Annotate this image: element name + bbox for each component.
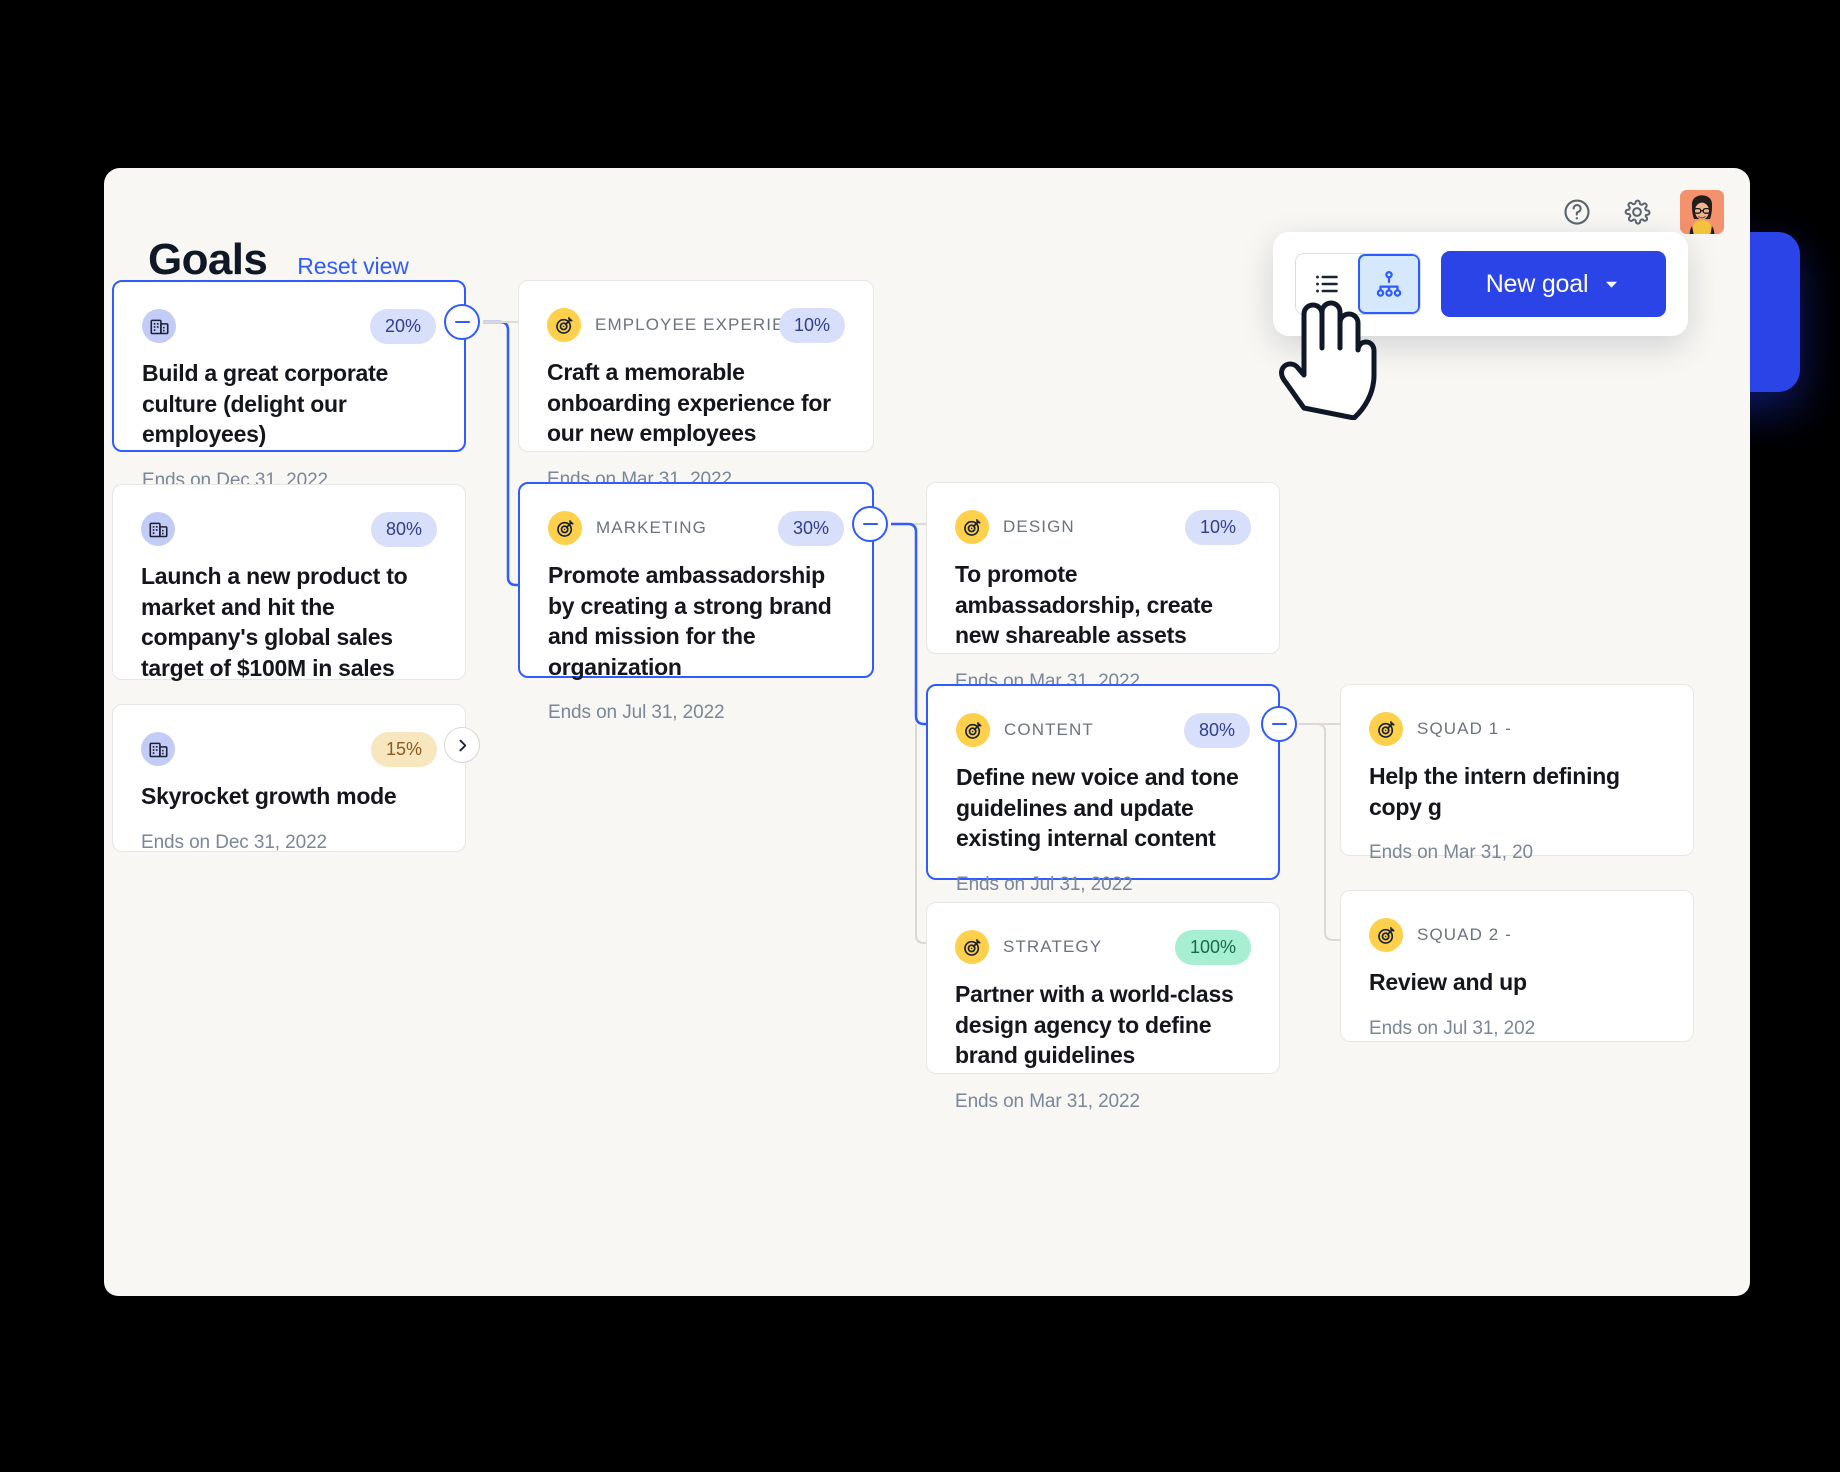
goal-end-date: Ends on Jul 31, 2022 (548, 702, 725, 724)
target-icon (956, 713, 990, 747)
tree-view-icon (1376, 271, 1402, 297)
goal-end-date: Ends on Mar 31, 20 (1369, 842, 1534, 864)
goal-card[interactable]: SQUAD 1 - Help the intern defining copy … (1340, 684, 1694, 863)
target-icon (1369, 918, 1403, 952)
team-label: CONTENT (1004, 720, 1094, 739)
target-icon (1369, 712, 1403, 746)
goal-title: Promote ambassadorship by creating a str… (548, 562, 832, 680)
goal-end-date: Ends on Jul 31, 2022 (956, 873, 1133, 895)
goal-title: To promote ambassadorship, create new sh… (955, 561, 1213, 649)
progress-badge: 30% (777, 510, 844, 546)
minus-icon (1271, 722, 1287, 726)
goal-card[interactable]: DESIGN 10% To promote ambassadorship, cr… (926, 482, 1280, 692)
goal-card[interactable]: 80% Launch a new product to market and h… (112, 484, 466, 724)
building-icon (141, 732, 175, 766)
card-header: CONTENT 80% (956, 712, 1250, 748)
progress-badge: 100% (1174, 929, 1251, 965)
view-toolbar: New goal (1273, 232, 1688, 336)
card-header: STRATEGY 100% (955, 929, 1251, 965)
goal-card[interactable]: SQUAD 2 - Review and up Ends on Jul 31, … (1340, 890, 1694, 1042)
goal-title: Build a great corporate culture (delight… (142, 360, 389, 448)
minus-icon (862, 522, 878, 526)
chevron-right-icon (458, 739, 466, 751)
card-header: EMPLOYEE EXPERIENCE 10% (547, 307, 845, 343)
chevron-down-icon (1606, 281, 1618, 288)
goals-app-window: Goals Reset view 20% Build a great corpo… (104, 168, 1750, 1296)
goal-card[interactable]: MARKETING 30% Promote ambassadorship by … (518, 482, 874, 723)
expand-node-button[interactable] (444, 727, 480, 763)
tree-view-button[interactable] (1358, 254, 1420, 314)
goal-title: Skyrocket growth mode (141, 783, 397, 809)
new-goal-button[interactable]: New goal (1441, 251, 1666, 317)
progress-badge: 20% (369, 308, 436, 344)
goal-tree-canvas: 20% Build a great corporate culture (del… (104, 168, 1750, 1296)
progress-badge: 80% (1183, 712, 1250, 748)
team-label: SQUAD 1 - (1417, 719, 1512, 738)
card-header: DESIGN 10% (955, 509, 1251, 545)
goal-end-date: Ends on Mar 31, 2022 (955, 1090, 1140, 1112)
progress-badge: 10% (778, 307, 845, 343)
goal-title: Help the intern defining copy g (1369, 763, 1620, 820)
collapse-node-button[interactable] (444, 304, 480, 340)
team-label: STRATEGY (1003, 937, 1103, 956)
goal-title: Launch a new product to market and hit t… (141, 563, 408, 681)
minus-icon (454, 320, 470, 324)
collapse-node-button[interactable] (852, 506, 888, 542)
new-goal-label: New goal (1485, 269, 1589, 298)
building-icon (141, 512, 175, 546)
building-icon (142, 309, 176, 343)
view-mode-segmented-control (1295, 253, 1421, 315)
card-header: 20% (142, 308, 436, 344)
goal-end-date: Ends on Dec 31, 2022 (141, 831, 328, 853)
list-view-button[interactable] (1296, 254, 1358, 314)
screenshot-stage: Goals Reset view 20% Build a great corpo… (0, 0, 1840, 1472)
goal-end-date: Ends on Jul 31, 202 (1369, 1017, 1536, 1039)
progress-badge: 80% (370, 511, 437, 547)
card-header: 80% (141, 511, 437, 547)
target-icon (955, 930, 989, 964)
goal-card[interactable]: EMPLOYEE EXPERIENCE 10% Craft a memorabl… (518, 280, 874, 490)
collapse-node-button[interactable] (1261, 706, 1297, 742)
list-view-icon (1316, 275, 1338, 293)
goal-card[interactable]: CONTENT 80% Define new voice and tone gu… (926, 684, 1280, 895)
team-label: DESIGN (1003, 517, 1075, 536)
goal-title: Review and up (1369, 969, 1527, 995)
target-icon (548, 511, 582, 545)
card-header: SQUAD 1 - (1369, 711, 1665, 747)
progress-badge: 10% (1184, 509, 1251, 545)
card-header: SQUAD 2 - (1369, 917, 1665, 953)
goal-title: Craft a memorable onboarding experience … (547, 359, 831, 447)
card-header: MARKETING 30% (548, 510, 844, 546)
target-icon (955, 510, 989, 544)
goal-title: Partner with a world-class design agency… (955, 981, 1234, 1069)
goal-card[interactable]: 20% Build a great corporate culture (del… (112, 280, 466, 491)
goal-card[interactable]: STRATEGY 100% Partner with a world-class… (926, 902, 1280, 1112)
progress-badge: 15% (370, 731, 437, 767)
team-label: SQUAD 2 - (1417, 925, 1512, 944)
card-header: 15% (141, 731, 437, 767)
target-icon (547, 308, 581, 342)
goal-title: Define new voice and tone guidelines and… (956, 764, 1239, 852)
goal-card[interactable]: 15% Skyrocket growth mode Ends on Dec 31… (112, 704, 466, 853)
team-label: MARKETING (596, 518, 707, 537)
